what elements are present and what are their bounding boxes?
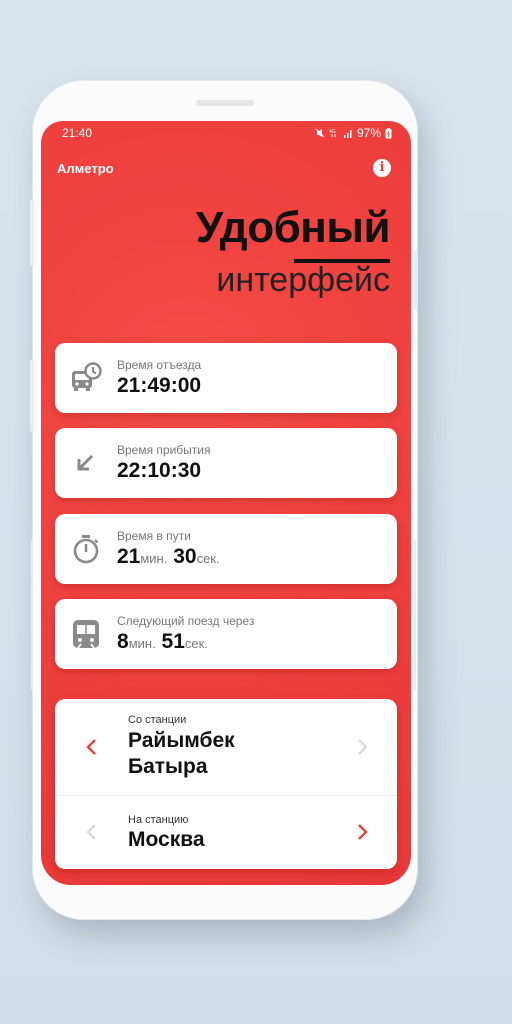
arrow-down-left-icon bbox=[77, 454, 94, 471]
travel-sec-unit: сек. bbox=[196, 551, 220, 566]
bus-clock-icon bbox=[72, 362, 102, 391]
bixby-button bbox=[30, 360, 34, 432]
next-minutes: 8 bbox=[117, 630, 129, 653]
signal-icon bbox=[343, 130, 352, 138]
battery-icon bbox=[385, 127, 392, 138]
arrival-time-card: Время прибытия 22:10:30 bbox=[55, 428, 397, 498]
chevron-left-icon[interactable] bbox=[82, 822, 102, 842]
app-title: Алметро bbox=[57, 161, 114, 176]
next-sec-unit: сек. bbox=[184, 636, 208, 651]
status-icons: 4G 97% bbox=[315, 126, 392, 140]
next-train-card: Следующий поезд через 8мин. 51сек. bbox=[55, 599, 397, 669]
departure-label: Время отъезда bbox=[117, 358, 202, 372]
travel-time-value: 21мин. 30сек. bbox=[117, 545, 220, 569]
volume-button bbox=[30, 200, 34, 266]
arrival-label: Время прибытия bbox=[117, 443, 211, 457]
info-icon[interactable]: i bbox=[373, 159, 391, 177]
promo-headline: Удобный интерфейс bbox=[195, 203, 391, 299]
battery-percent: 97% bbox=[356, 126, 381, 140]
app-screen: 21:40 4G 97% Алметро i Удобный интерфейс bbox=[41, 121, 411, 885]
phone-speaker bbox=[196, 100, 254, 106]
travel-time-label: Время в пути bbox=[117, 529, 191, 543]
mute-icon bbox=[315, 128, 325, 138]
to-station-name: Москва bbox=[128, 828, 205, 851]
headline-underline bbox=[294, 259, 390, 263]
from-station-label: Со станции bbox=[128, 714, 187, 726]
from-station-name-line2: Батыра bbox=[128, 755, 208, 778]
network-4g-icon: 4G bbox=[329, 129, 336, 137]
side-strip bbox=[31, 540, 33, 690]
arrival-value: 22:10:30 bbox=[117, 459, 202, 482]
status-time: 21:40 bbox=[62, 126, 93, 140]
travel-seconds: 30 bbox=[173, 545, 197, 568]
headline-line1: Удобный bbox=[195, 203, 391, 252]
headline-line2: интерфейс bbox=[216, 261, 390, 299]
travel-time-card: Время в пути 21мин. 30сек. bbox=[55, 514, 397, 584]
travel-minutes: 21 bbox=[117, 545, 141, 568]
train-icon bbox=[73, 620, 99, 649]
stopwatch-icon bbox=[73, 535, 99, 564]
from-station-name: Райымбек Батыра bbox=[128, 728, 235, 780]
side-strip bbox=[414, 540, 416, 690]
next-seconds: 51 bbox=[161, 630, 185, 653]
next-train-label: Следующий поезд через bbox=[117, 614, 255, 628]
departure-time-card: Время отъезда 21:49:00 bbox=[55, 343, 397, 413]
station-selector: Со станции Райымбек Батыра На станцию Мо… bbox=[55, 699, 397, 869]
chevron-right-icon[interactable] bbox=[352, 737, 372, 757]
chevron-right-icon[interactable] bbox=[352, 822, 372, 842]
status-bar: 21:40 4G 97% bbox=[41, 121, 411, 143]
travel-min-unit: мин. bbox=[140, 551, 168, 566]
next-train-value: 8мин. 51сек. bbox=[117, 630, 208, 654]
to-station-row: На станцию Москва bbox=[55, 796, 397, 869]
from-station-row: Со станции Райымбек Батыра bbox=[55, 699, 397, 795]
departure-value: 21:49:00 bbox=[117, 374, 202, 397]
chevron-left-icon[interactable] bbox=[82, 737, 102, 757]
to-station-label: На станцию bbox=[128, 814, 189, 826]
next-min-unit: мин. bbox=[128, 636, 156, 651]
from-station-name-line1: Райымбек bbox=[128, 729, 235, 752]
power-button bbox=[414, 250, 418, 310]
